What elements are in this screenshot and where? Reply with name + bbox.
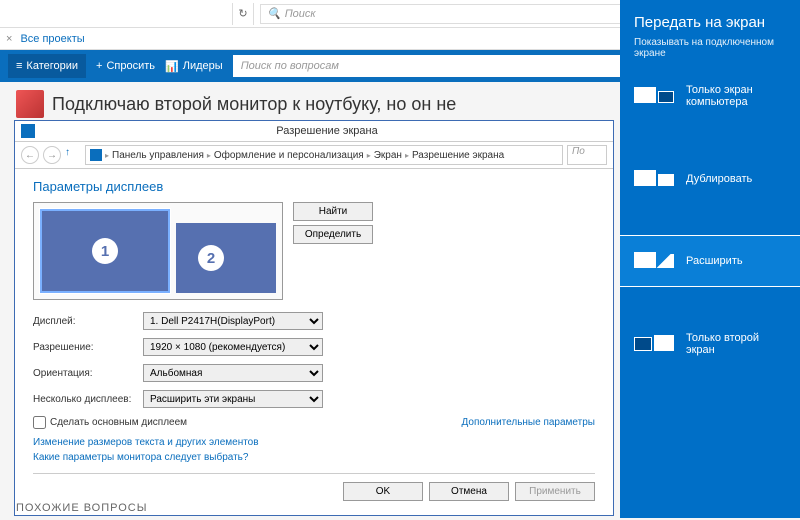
plus-icon: + (96, 60, 102, 72)
search-placeholder: Поиск (285, 8, 316, 20)
monitor-icon (90, 149, 102, 161)
monitor-2[interactable]: 2 (176, 223, 276, 293)
multi-select[interactable]: Расширить эти экраны (143, 390, 323, 408)
resolution-window: Разрешение экрана ← → ↑ ▸Панель управлен… (14, 120, 614, 516)
section-title: Параметры дисплеев (33, 179, 595, 194)
monitor-preview[interactable]: 1 2 (33, 202, 283, 300)
refresh-icon[interactable]: ↻ (232, 3, 254, 25)
pc-only-icon (634, 85, 674, 107)
list-icon: ≡ (16, 60, 22, 72)
nav-leaders[interactable]: 📊Лидеры (165, 60, 223, 73)
sidebar-item-pc-only[interactable]: Только экран компьютера (620, 69, 800, 123)
ok-button[interactable]: OK (343, 482, 423, 501)
sidebar-subtitle: Показывать на подключенном экране (634, 37, 786, 59)
resolution-select[interactable]: 1920 × 1080 (рекомендуется) (143, 338, 323, 356)
sidebar-item-duplicate[interactable]: Дублировать (620, 153, 800, 205)
text-size-link[interactable]: Изменение размеров текста и других элеме… (33, 437, 595, 448)
orientation-select[interactable]: Альбомная (143, 364, 323, 382)
window-nav: ← → ↑ ▸Панель управления ▸Оформление и п… (15, 141, 613, 169)
search-icon: 🔍 (267, 7, 281, 20)
page-title: Подключаю второй монитор к ноутбуку, но … (52, 94, 456, 115)
forward-button[interactable]: → (43, 146, 61, 164)
find-button[interactable]: Найти (293, 202, 373, 221)
up-button[interactable]: ↑ (65, 147, 81, 163)
sidebar-item-second-only[interactable]: Только второй экран (620, 317, 800, 371)
monitor-1[interactable]: 1 (40, 209, 170, 293)
project-sidebar: Передать на экран Показывать на подключе… (620, 0, 800, 518)
second-only-icon (634, 333, 674, 355)
apply-button[interactable]: Применить (515, 482, 595, 501)
chart-icon: 📊 (165, 60, 179, 73)
sidebar-item-extend[interactable]: Расширить (620, 235, 800, 287)
sidebar-header: Передать на экран Показывать на подключе… (620, 0, 800, 69)
sidebar-title: Передать на экран (634, 14, 786, 31)
window-search[interactable]: По (567, 145, 607, 165)
detect-button[interactable]: Определить (293, 225, 373, 244)
nav-categories[interactable]: ≡Категории (8, 54, 86, 78)
related-heading: ПОХОЖИЕ ВОПРОСЫ (16, 502, 147, 514)
duplicate-icon (634, 168, 674, 190)
nav-ask[interactable]: +Спросить (96, 60, 155, 72)
advanced-link[interactable]: Дополнительные параметры (462, 417, 595, 428)
close-tab-icon[interactable]: × (6, 33, 12, 45)
back-button[interactable]: ← (21, 146, 39, 164)
tab-label[interactable]: Все проекты (20, 33, 84, 45)
window-titlebar: Разрешение экрана (15, 121, 613, 141)
breadcrumb[interactable]: ▸Панель управления ▸Оформление и персона… (85, 145, 563, 165)
cancel-button[interactable]: Отмена (429, 482, 509, 501)
primary-checkbox[interactable] (33, 416, 46, 429)
question-icon (16, 90, 44, 118)
window-icon (21, 124, 35, 138)
extend-icon (634, 250, 674, 272)
monitor-help-link[interactable]: Какие параметры монитора следует выбрать… (33, 452, 595, 463)
display-select[interactable]: 1. Dell P2417H(DisplayPort) (143, 312, 323, 330)
